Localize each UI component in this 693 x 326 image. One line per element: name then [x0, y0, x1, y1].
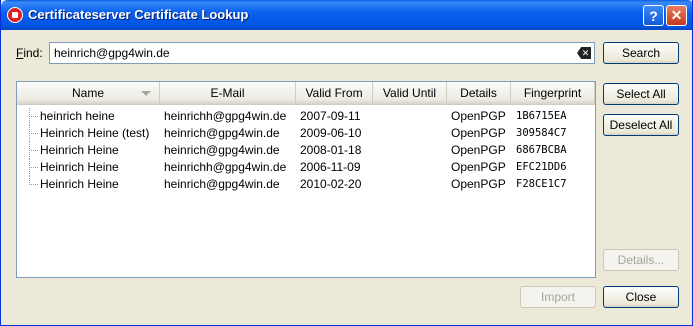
cell-email: heinrichh@gpg4win.de [164, 109, 287, 123]
cell-email: heinrich@gpg4win.de [164, 177, 280, 191]
cell-email: heinrich@gpg4win.de [164, 126, 280, 140]
cell-details: OpenPGP [451, 143, 506, 157]
cell-valid-from: 2007-09-11 [300, 109, 361, 123]
cell-name: Heinrich Heine [40, 160, 119, 174]
app-icon [7, 7, 23, 23]
table-row[interactable]: Heinrich Heine (test) heinrich@gpg4win.d… [17, 125, 595, 142]
cell-name: Heinrich Heine (test) [40, 126, 150, 140]
title-bar: Certificateserver Certificate Lookup ? ✕ [1, 0, 692, 30]
sort-descending-icon [141, 91, 151, 96]
column-header-email[interactable]: E-Mail [160, 82, 296, 105]
cell-fingerprint: 6867BCBA [516, 144, 567, 156]
column-header-fingerprint[interactable]: Fingerprint [511, 82, 595, 105]
cell-valid-from: 2006-11-09 [300, 160, 361, 174]
column-header-name[interactable]: Name [17, 82, 160, 105]
cell-valid-from: 2009-06-10 [300, 126, 362, 140]
select-all-button[interactable]: Select All [603, 83, 679, 105]
cell-fingerprint: F28CE1C7 [516, 178, 567, 190]
window-title: Certificateserver Certificate Lookup [28, 7, 249, 22]
cell-name: Heinrich Heine [40, 177, 119, 191]
cell-email: heinrich@gpg4win.de [164, 143, 280, 157]
cell-name: heinrich heine [40, 109, 115, 123]
certificate-list[interactable]: Name E-Mail Valid From Valid Until Detai… [16, 81, 596, 278]
lookup-dialog: Certificateserver Certificate Lookup ? ✕… [0, 0, 693, 326]
find-input[interactable]: heinrich@gpg4win.de [49, 42, 595, 64]
cell-details: OpenPGP [451, 160, 506, 174]
cell-details: OpenPGP [451, 126, 506, 140]
cell-fingerprint: EFC21DD6 [516, 161, 567, 173]
cell-name: Heinrich Heine [40, 143, 119, 157]
cell-valid-from: 2010-02-20 [300, 177, 362, 191]
cell-details: OpenPGP [451, 109, 506, 123]
cell-email: heinrichh@gpg4win.de [164, 160, 287, 174]
column-header-details[interactable]: Details [447, 82, 511, 105]
find-label: Find: [16, 46, 43, 60]
list-header: Name E-Mail Valid From Valid Until Detai… [17, 82, 595, 105]
cell-fingerprint: 1B6715EA [516, 110, 567, 122]
column-header-valid-until[interactable]: Valid Until [373, 82, 447, 105]
search-button[interactable]: Search [603, 42, 679, 64]
window-close-button[interactable]: ✕ [666, 5, 687, 26]
import-button[interactable]: Import [520, 286, 596, 308]
table-row[interactable]: Heinrich Heine heinrich@gpg4win.de 2008-… [17, 142, 595, 159]
table-row[interactable]: Heinrich Heine heinrich@gpg4win.de 2010-… [17, 176, 595, 193]
cell-details: OpenPGP [451, 177, 506, 191]
details-button[interactable]: Details... [603, 249, 679, 271]
cell-valid-from: 2008-01-18 [300, 143, 362, 157]
table-row[interactable]: Heinrich Heine heinrichh@gpg4win.de 2006… [17, 159, 595, 176]
close-button[interactable]: Close [603, 286, 679, 308]
column-header-valid-from[interactable]: Valid From [296, 82, 373, 105]
table-row[interactable]: heinrich heine heinrichh@gpg4win.de 2007… [17, 108, 595, 125]
help-button[interactable]: ? [643, 5, 664, 26]
cell-fingerprint: 309584C7 [516, 127, 567, 139]
deselect-all-button[interactable]: Deselect All [603, 114, 679, 136]
